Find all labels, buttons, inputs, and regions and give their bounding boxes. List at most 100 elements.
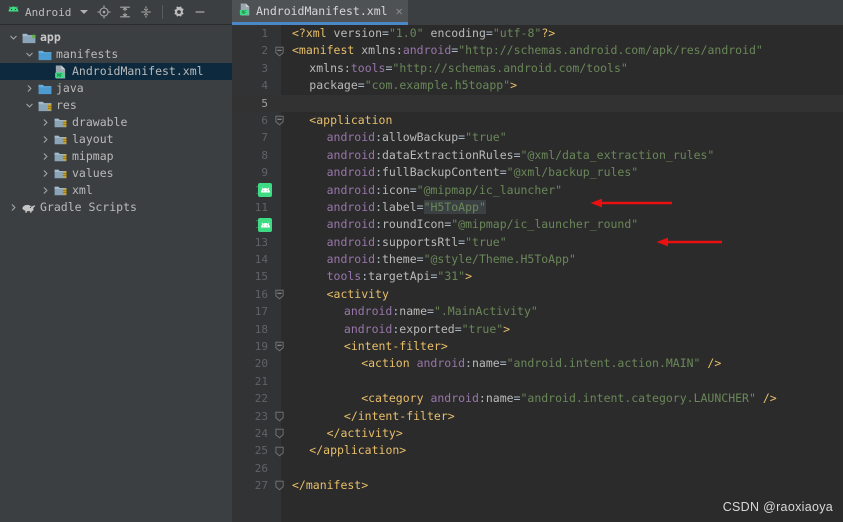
tab-android-manifest[interactable]: MF AndroidManifest.xml ✕ <box>232 0 408 25</box>
code-token: android <box>326 234 376 249</box>
fold-expand-icon[interactable] <box>274 442 285 459</box>
tree-item-androidmanifest-xml[interactable]: MF AndroidManifest.xml <box>0 63 232 80</box>
code-text: package="com.example.h5toapp"> <box>292 77 517 94</box>
fold-expand-icon[interactable] <box>274 477 285 494</box>
tree-item-drawable[interactable]: drawable <box>0 114 232 131</box>
code-token: <category <box>361 391 431 406</box>
fold-collapse-icon[interactable] <box>274 112 285 129</box>
code-token: android <box>326 165 376 180</box>
minimize-icon[interactable] <box>191 3 209 21</box>
chevron-down-icon[interactable] <box>23 50 36 59</box>
code-line[interactable]: 5 <box>232 94 843 112</box>
locate-icon[interactable] <box>95 3 113 21</box>
code-token: = <box>357 78 365 93</box>
chevron-right-icon[interactable] <box>39 135 52 144</box>
code-line[interactable]: 25 </application> <box>232 442 843 459</box>
code-line[interactable]: 10android:icon="@mipmap/ic_launcher" <box>232 182 843 199</box>
launcher-icon[interactable] <box>258 217 272 232</box>
code-line[interactable]: 14 android:theme="@style/Theme.H5ToApp" <box>232 251 843 268</box>
tree-item-layout[interactable]: layout <box>0 131 232 148</box>
code-token: name <box>399 304 427 319</box>
code-line[interactable]: 1 <?xml version="1.0" encoding="utf-8"?> <box>232 25 843 42</box>
chevron-right-icon[interactable] <box>39 118 52 127</box>
code-token: icon <box>382 182 410 197</box>
code-token: fullBackupContent <box>382 165 500 180</box>
code-line[interactable]: 26 <box>232 460 843 477</box>
tree-item-mipmap[interactable]: mipmap <box>0 148 232 165</box>
code-line[interactable]: 15 tools:targetApi="31"> <box>232 268 843 285</box>
code-text: <intent-filter> <box>292 338 448 355</box>
chevron-right-icon[interactable] <box>23 84 36 93</box>
tree-item-java[interactable]: java <box>0 80 232 97</box>
code-line[interactable]: 2 <manifest xmlns:android="http://schemas… <box>232 42 843 59</box>
code-token: android <box>326 147 376 162</box>
code-line[interactable]: 21 <box>232 373 843 390</box>
project-view-selector[interactable]: Android <box>7 5 89 19</box>
code-text: android:dataExtractionRules="@xml/data_e… <box>292 147 715 164</box>
tree-item-values[interactable]: values <box>0 165 232 182</box>
chevron-right-icon[interactable] <box>39 152 52 161</box>
code-token: allowBackup <box>382 130 459 145</box>
chevron-down-icon[interactable] <box>23 101 36 110</box>
code-line[interactable]: 24 </activity> <box>232 425 843 442</box>
code-line[interactable]: 17 android:name=".MainActivity" <box>232 303 843 320</box>
code-line[interactable]: 7 android:allowBackup="true" <box>232 129 843 146</box>
code-line[interactable]: 19 <intent-filter> <box>232 338 843 355</box>
code-line[interactable]: 3 xmlns:tools="http://schemas.android.com… <box>232 60 843 77</box>
code-editor[interactable]: 1 <?xml version="1.0" encoding="utf-8"?> 2… <box>232 25 843 522</box>
code-token: "true" <box>465 234 507 249</box>
project-panel: Android app manifests MF AndroidManifest… <box>0 0 232 522</box>
collapse-all-icon[interactable] <box>137 3 155 21</box>
chevron-right-icon[interactable] <box>39 186 52 195</box>
gradle-elephant-icon <box>20 202 37 214</box>
code-line[interactable]: 16 <activity <box>232 286 843 303</box>
chevron-down-icon[interactable] <box>7 33 20 42</box>
code-text: android:theme="@style/Theme.H5ToApp" <box>292 251 576 268</box>
code-line[interactable]: 23 </intent-filter> <box>232 408 843 425</box>
code-content[interactable]: 1 <?xml version="1.0" encoding="utf-8"?> 2… <box>232 25 843 495</box>
code-text: android:allowBackup="true" <box>292 129 507 146</box>
code-token: : <box>375 234 382 249</box>
launcher-icon[interactable] <box>258 183 272 198</box>
tree-item-app[interactable]: app <box>0 29 232 46</box>
code-line[interactable]: 13 android:supportsRtl="true" <box>232 234 843 251</box>
fold-collapse-icon[interactable] <box>274 338 285 355</box>
line-number: 24 <box>254 426 268 440</box>
code-token: = <box>416 199 424 214</box>
code-line[interactable]: 8 android:dataExtractionRules="@xml/data_… <box>232 147 843 164</box>
code-line[interactable]: 6 <application <box>232 112 843 129</box>
code-token: "1.0" <box>388 26 424 40</box>
line-number: 19 <box>254 340 268 354</box>
tree-item-gradle-scripts[interactable]: Gradle Scripts <box>0 199 232 216</box>
line-number: 17 <box>254 305 268 319</box>
code-line[interactable]: 20 <action android:name="android.intent.a… <box>232 355 843 372</box>
fold-expand-icon[interactable] <box>274 425 285 442</box>
fold-collapse-icon[interactable] <box>274 42 285 59</box>
project-tree[interactable]: app manifests MF AndroidManifest.xml java res… <box>0 25 232 522</box>
tree-item-res[interactable]: res <box>0 97 232 114</box>
code-line[interactable]: 9 android:fullBackupContent="@xml/backup_… <box>232 164 843 181</box>
code-text: android:fullBackupContent="@xml/backup_r… <box>292 164 639 181</box>
fold-collapse-icon[interactable] <box>274 286 285 303</box>
code-token: = <box>513 147 521 162</box>
gear-icon[interactable] <box>170 3 188 21</box>
code-token: "android.intent.action.MAIN" <box>506 356 701 371</box>
line-number: 5 <box>261 96 268 110</box>
tree-item-manifests[interactable]: manifests <box>0 46 232 63</box>
close-icon[interactable]: ✕ <box>396 4 403 18</box>
fold-expand-icon[interactable] <box>274 408 285 425</box>
code-line[interactable]: 18 android:exported="true"> <box>232 321 843 338</box>
code-line[interactable]: 22 <category android:name="android.intent… <box>232 390 843 407</box>
code-line[interactable]: 11 android:label="H5ToApp" <box>232 199 843 216</box>
tab-label: AndroidManifest.xml <box>256 4 388 18</box>
line-number: 8 <box>261 148 268 162</box>
chevron-right-icon[interactable] <box>7 203 20 212</box>
code-line[interactable]: 27 </manifest> <box>232 477 843 494</box>
chevron-down-icon <box>80 10 89 14</box>
expand-all-icon[interactable] <box>116 3 134 21</box>
code-line[interactable]: 12android:roundIcon="@mipmap/ic_launcher… <box>232 216 843 233</box>
code-token: : <box>375 199 382 214</box>
tree-item-xml[interactable]: xml <box>0 182 232 199</box>
chevron-right-icon[interactable] <box>39 169 52 178</box>
code-line[interactable]: 4 package="com.example.h5toapp"> <box>232 77 843 94</box>
